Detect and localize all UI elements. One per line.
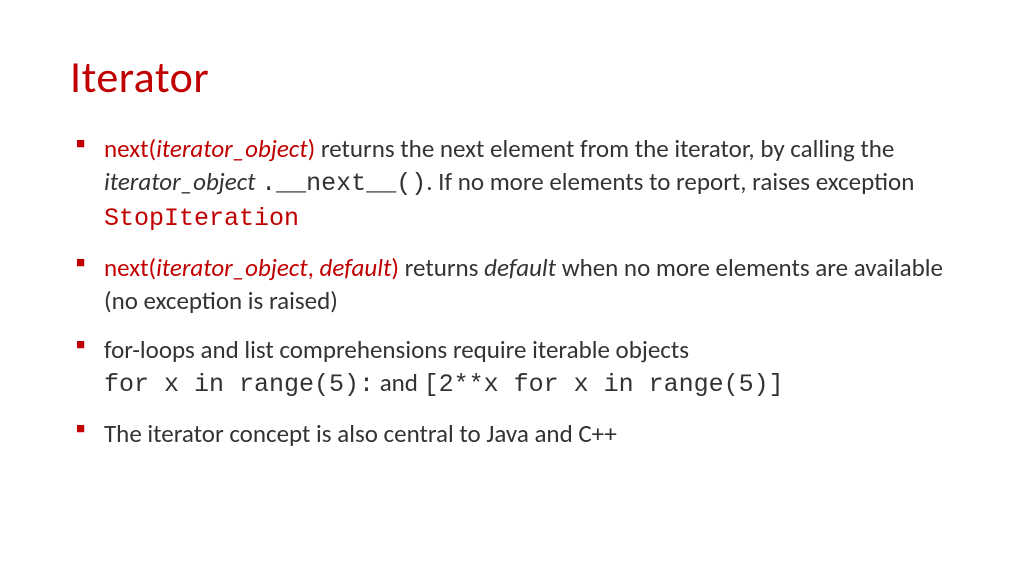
text-run: .__next__(): [261, 169, 426, 198]
slide-title: Iterator: [70, 50, 954, 104]
text-run: default: [319, 252, 391, 283]
text-run: for x in range(5):: [104, 370, 374, 399]
bullet-item: The iterator concept is also central to …: [70, 417, 954, 450]
text-run: next(: [104, 133, 156, 164]
slide: Iterator next(iterator_object) returns t…: [0, 0, 1024, 506]
bullet-item: for-loops and list comprehensions requir…: [70, 333, 954, 401]
text-run: returns the next element from the iterat…: [315, 133, 894, 164]
bullet-list: next(iterator_object) returns the next e…: [70, 132, 954, 450]
text-run: [2**x for x in range(5)]: [424, 370, 784, 399]
text-run: StopIteration: [104, 204, 299, 233]
text-run: default: [484, 252, 556, 283]
text-run: ): [391, 252, 399, 283]
text-run: for-loops and list comprehensions requir…: [104, 334, 689, 365]
text-run: iterator_object: [156, 133, 308, 164]
text-run: iterator_object: [156, 252, 308, 283]
bullet-item: next(iterator_object, default) returns d…: [70, 251, 954, 317]
text-run: The iterator concept is also central to …: [104, 418, 617, 449]
text-run: ,: [308, 252, 320, 283]
text-run: . If no more elements to report, raises …: [426, 166, 914, 197]
text-run: returns: [399, 252, 484, 283]
bullet-item: next(iterator_object) returns the next e…: [70, 132, 954, 235]
text-run: iterator_object: [104, 166, 256, 197]
text-run: and: [374, 367, 424, 398]
text-run: next(: [104, 252, 156, 283]
